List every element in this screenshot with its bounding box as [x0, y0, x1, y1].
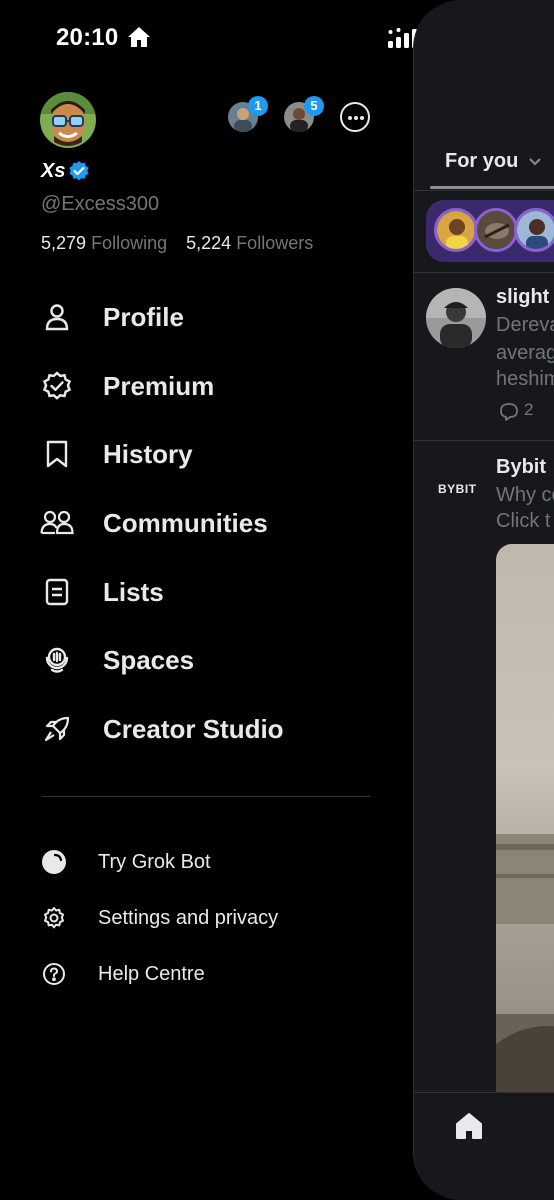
post-text: heshim: [496, 368, 554, 390]
verified-badge-icon: [68, 160, 90, 187]
space-host-avatar[interactable]: [514, 208, 554, 252]
list-icon: [40, 575, 74, 609]
post-text: Dereva: [496, 314, 554, 336]
grok-icon: [40, 848, 68, 876]
divider: [414, 272, 554, 273]
divider: [414, 190, 554, 191]
notification-badge: 5: [304, 96, 324, 116]
divider: [42, 796, 370, 797]
post-text: Why co: [496, 484, 554, 506]
followers-label[interactable]: Followers: [236, 233, 313, 253]
following-count[interactable]: 5,279: [41, 233, 86, 253]
space-host-avatar[interactable]: [434, 208, 478, 252]
dot: [360, 116, 364, 120]
dot: [348, 116, 352, 120]
display-name: Xs: [41, 160, 66, 182]
menu-label: Profile: [103, 301, 184, 332]
reply-icon[interactable]: [498, 402, 520, 427]
dot: [354, 116, 358, 120]
menu-item-creator-studio[interactable]: Creator Studio: [40, 709, 284, 749]
rocket-icon: [40, 712, 74, 746]
menu-item-settings[interactable]: Settings and privacy: [40, 902, 278, 934]
menu-item-profile[interactable]: Profile: [40, 297, 184, 337]
home-icon[interactable]: [454, 1112, 484, 1145]
user-handle: @Excess300: [41, 193, 160, 215]
notification-badge: 1: [248, 96, 268, 116]
gear-icon: [40, 904, 68, 932]
post-author-avatar[interactable]: [426, 288, 486, 348]
status-time: 20:10: [56, 24, 119, 51]
post-text: Click t: [496, 510, 551, 532]
space-host-avatar[interactable]: [474, 208, 518, 252]
menu-label: Communities: [103, 507, 268, 538]
people-icon: [40, 506, 74, 540]
chevron-down-icon[interactable]: [528, 154, 542, 173]
home-indicator-icon: [126, 25, 152, 54]
post-author-name[interactable]: Bybit: [496, 456, 546, 479]
menu-item-grok[interactable]: Try Grok Bot: [40, 846, 211, 878]
menu-label: Premium: [103, 370, 215, 401]
person-icon: [40, 300, 74, 334]
post-author-logo[interactable]: BYBIT: [438, 482, 477, 496]
menu-label: Lists: [103, 576, 164, 607]
menu-label: Help Centre: [98, 962, 205, 985]
menu-item-history[interactable]: History: [40, 434, 193, 474]
menu-item-premium[interactable]: Premium: [40, 366, 214, 406]
profile-avatar[interactable]: [40, 92, 96, 148]
menu-label: Spaces: [103, 644, 195, 675]
followers-count[interactable]: 5,224: [186, 233, 231, 253]
menu-item-communities[interactable]: Communities: [40, 503, 268, 543]
menu-label: Try Grok Bot: [98, 850, 211, 873]
menu-item-spaces[interactable]: Spaces: [40, 640, 194, 680]
menu-label: History: [103, 438, 193, 469]
help-icon: [40, 960, 68, 988]
post-video[interactable]: [496, 544, 554, 1104]
tab-indicator: [430, 186, 554, 189]
tab-for-you[interactable]: For you: [445, 150, 518, 173]
menu-label: Creator Studio: [103, 713, 284, 744]
home-feed-panel[interactable]: For you slight Dereva averag heshim 2 BY…: [413, 0, 554, 1200]
spaces-icon: [40, 643, 74, 677]
post-text: averag: [496, 342, 554, 364]
following-label[interactable]: Following: [91, 233, 167, 253]
bottom-navigation: [414, 1092, 554, 1200]
divider: [414, 440, 554, 441]
post-author-name[interactable]: slight: [496, 286, 549, 309]
reply-count: 2: [524, 400, 534, 419]
follow-stats: 5,279 Following 5,224 Followers: [41, 233, 313, 254]
bookmark-icon: [40, 437, 74, 471]
more-accounts-button[interactable]: [340, 102, 370, 132]
menu-label: Settings and privacy: [98, 906, 279, 929]
verified-badge-icon: [40, 369, 74, 403]
menu-item-help[interactable]: Help Centre: [40, 958, 205, 990]
menu-item-lists[interactable]: Lists: [40, 572, 164, 612]
